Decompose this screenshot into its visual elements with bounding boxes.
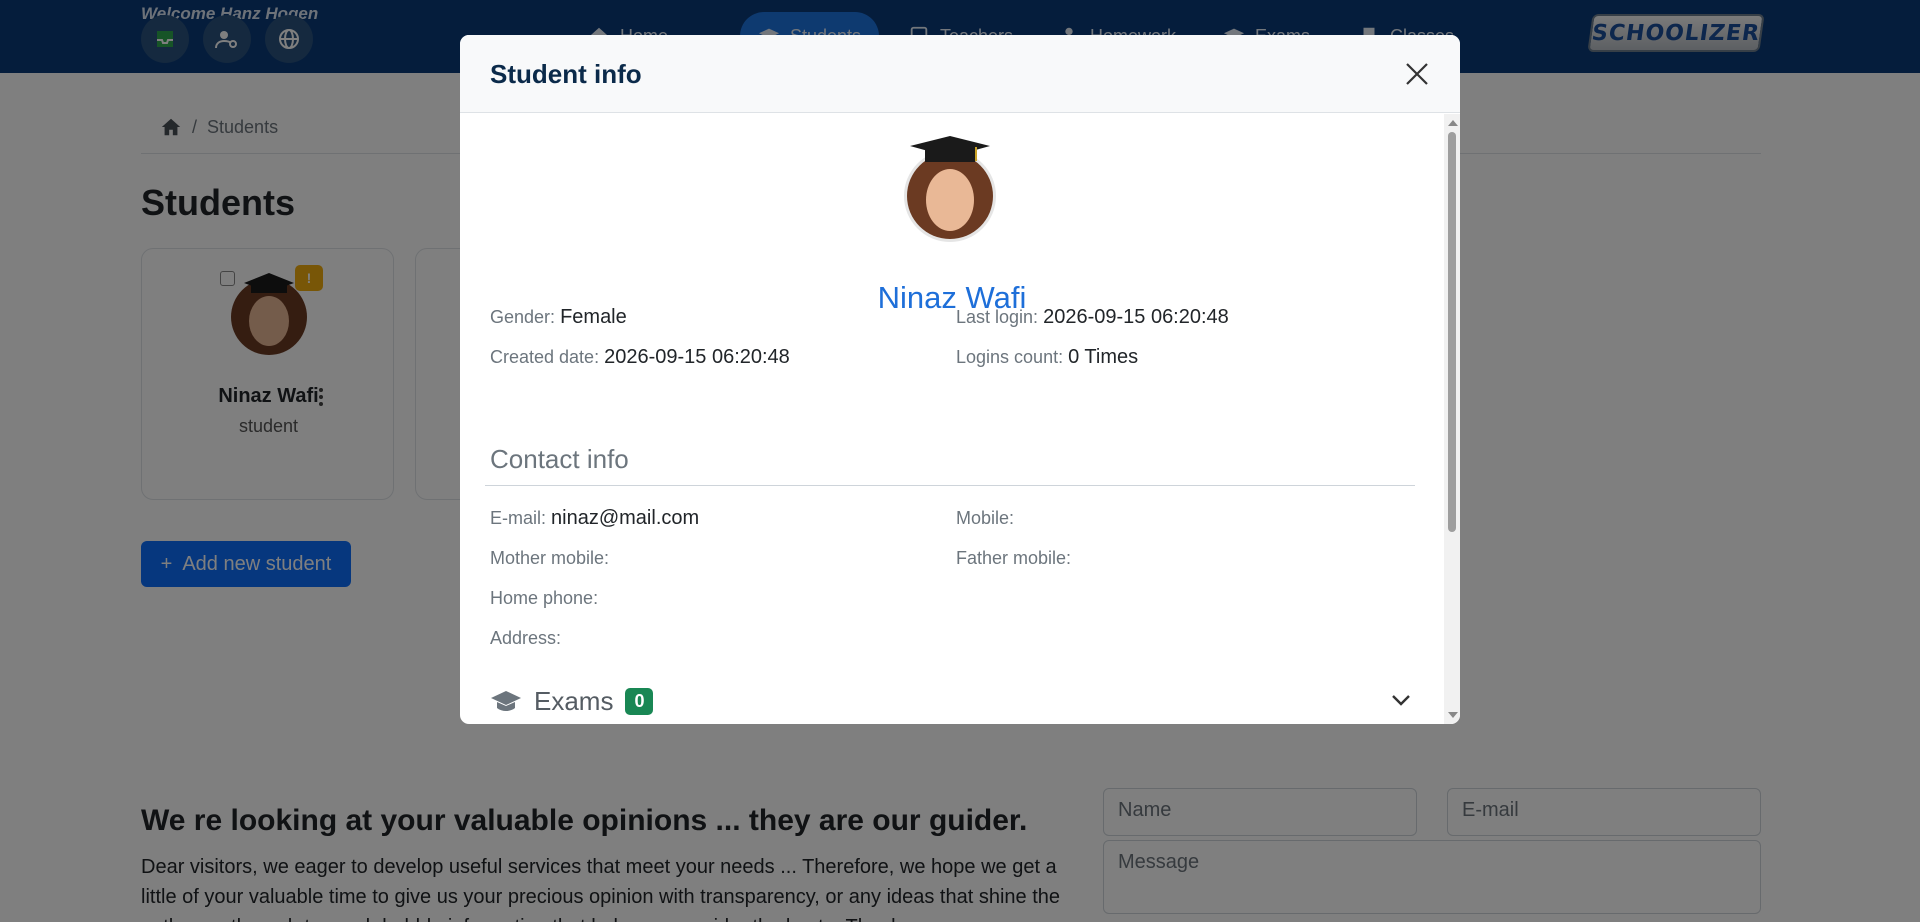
modal-title: Student info — [490, 59, 642, 89]
email-value: ninaz@mail.com — [551, 507, 700, 529]
modal-scrollbar[interactable] — [1444, 114, 1460, 724]
last-login-label: Last login: — [956, 307, 1039, 327]
address-field: Address: — [490, 627, 561, 650]
student-info-modal: Student info Ninaz Wafi Gender: Female L… — [460, 35, 1460, 724]
exams-label: Exams — [534, 686, 614, 716]
chevron-down-icon[interactable] — [1390, 692, 1412, 708]
exams-accordion-header[interactable]: Exams 0 — [490, 686, 654, 717]
address-label: Address: — [490, 628, 562, 648]
divider — [485, 485, 1415, 486]
created-date-field: Created date: 2026-09-15 06:20:48 — [490, 346, 790, 369]
last-login-field: Last login: 2026-09-15 06:20:48 — [956, 306, 1229, 329]
mother-mobile-field: Mother mobile: — [490, 547, 609, 570]
father-mobile-field: Father mobile: — [956, 547, 1071, 570]
home-phone-field: Home phone: — [490, 587, 598, 610]
graduation-cap-icon — [491, 690, 521, 711]
mobile-field: Mobile: — [956, 507, 1014, 530]
contact-info-heading: Contact info — [490, 444, 629, 474]
email-field: E-mail: ninaz@mail.com — [490, 507, 699, 530]
gender-value: Female — [560, 306, 627, 328]
scrollbar-thumb[interactable] — [1448, 132, 1456, 532]
gender-label: Gender: — [490, 307, 556, 327]
last-login-value: 2026-09-15 06:20:48 — [1043, 306, 1229, 328]
scroll-up-arrow-icon[interactable] — [1448, 120, 1458, 126]
student-avatar — [904, 136, 996, 242]
home-phone-label: Home phone: — [490, 588, 599, 608]
close-icon[interactable] — [1404, 61, 1430, 87]
gender-field: Gender: Female — [490, 306, 627, 329]
email-label: E-mail: — [490, 508, 547, 528]
modal-body: Ninaz Wafi Gender: Female Last login: 20… — [460, 114, 1444, 724]
created-date-value: 2026-09-15 06:20:48 — [604, 346, 790, 368]
modal-header: Student info — [460, 35, 1460, 113]
mobile-label: Mobile: — [956, 508, 1015, 528]
exams-count-badge: 0 — [625, 688, 654, 715]
logins-count-field: Logins count: 0 Times — [956, 346, 1138, 369]
mother-mobile-label: Mother mobile: — [490, 548, 610, 568]
logins-count-label: Logins count: — [956, 347, 1064, 367]
created-date-label: Created date: — [490, 347, 600, 367]
scroll-down-arrow-icon[interactable] — [1448, 712, 1458, 718]
logins-count-value: 0 Times — [1068, 346, 1139, 368]
father-mobile-label: Father mobile: — [956, 548, 1072, 568]
